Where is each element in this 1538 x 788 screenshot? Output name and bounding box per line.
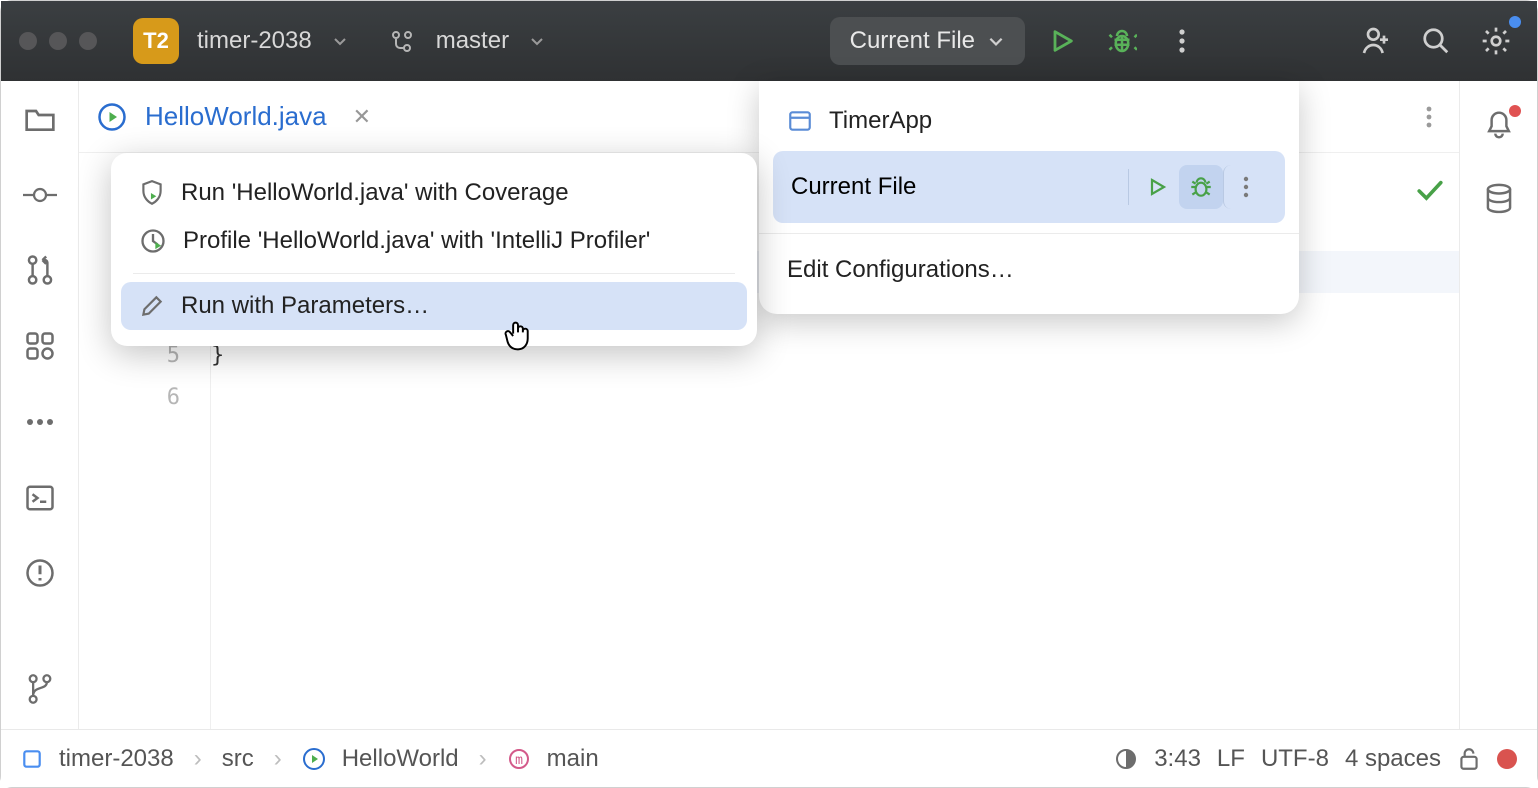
run-config-label: Current File <box>791 173 1122 201</box>
chevron-down-icon[interactable] <box>332 33 348 49</box>
error-indicator-icon[interactable] <box>1497 749 1517 769</box>
settings-icon[interactable] <box>1473 18 1519 64</box>
run-config-label: TimerApp <box>829 107 932 135</box>
zoom-window-icon[interactable] <box>79 32 97 50</box>
line-number: 6 <box>79 377 180 419</box>
profiler-icon <box>139 227 167 255</box>
database-tool-icon[interactable] <box>1481 181 1517 217</box>
profile-item[interactable]: Profile 'HelloWorld.java' with 'IntelliJ… <box>121 217 747 265</box>
method-icon: m <box>507 747 531 771</box>
close-window-icon[interactable] <box>19 32 37 50</box>
menu-label: Run with Parameters… <box>181 292 429 320</box>
run-with-coverage-item[interactable]: Run 'HelloWorld.java' with Coverage <box>121 169 747 217</box>
indent-setting[interactable]: 4 spaces <box>1345 745 1441 773</box>
svg-text:m: m <box>515 753 523 768</box>
module-icon <box>21 748 43 770</box>
window-controls <box>19 32 97 50</box>
file-encoding[interactable]: UTF-8 <box>1261 745 1329 773</box>
coverage-icon <box>139 179 165 207</box>
theme-icon[interactable] <box>1114 747 1138 771</box>
more-icon[interactable] <box>1223 165 1267 209</box>
breadcrumb-separator: › <box>270 745 286 773</box>
search-everywhere-icon[interactable] <box>1413 18 1459 64</box>
run-config-dropdown: TimerApp Current File Edit Configuration… <box>759 81 1299 314</box>
terminal-tool-icon[interactable] <box>22 480 58 516</box>
code-with-me-icon[interactable] <box>1353 18 1399 64</box>
commit-tool-icon[interactable] <box>22 177 58 213</box>
run-config-label: Current File <box>850 27 975 55</box>
minimize-window-icon[interactable] <box>49 32 67 50</box>
structure-tool-icon[interactable] <box>22 328 58 364</box>
breadcrumb-class[interactable]: HelloWorld <box>342 745 459 773</box>
debug-button[interactable] <box>1099 18 1145 64</box>
run-icon[interactable] <box>1135 165 1179 209</box>
pull-requests-icon[interactable] <box>22 253 58 289</box>
right-toolbar <box>1459 81 1537 729</box>
breadcrumb-method[interactable]: main <box>547 745 599 773</box>
run-with-parameters-item[interactable]: Run with Parameters… <box>121 282 747 330</box>
line-separator[interactable]: LF <box>1217 745 1245 773</box>
more-actions-button[interactable] <box>1159 18 1205 64</box>
vcs-tool-icon[interactable] <box>22 671 58 707</box>
title-bar: T2 timer-2038 master Current File <box>1 1 1537 81</box>
menu-label: Profile 'HelloWorld.java' with 'IntelliJ… <box>183 227 650 255</box>
branch-icon <box>390 28 414 54</box>
run-config-item-current-file[interactable]: Current File <box>773 151 1285 223</box>
menu-label: Run 'HelloWorld.java' with Coverage <box>181 179 569 207</box>
debug-icon[interactable] <box>1179 165 1223 209</box>
tab-more-icon[interactable] <box>1425 105 1433 129</box>
inspection-ok-icon[interactable] <box>1415 179 1445 203</box>
problems-tool-icon[interactable] <box>22 556 58 592</box>
tab-filename[interactable]: HelloWorld.java <box>145 101 327 132</box>
edit-icon <box>139 293 165 319</box>
edit-configurations-item[interactable]: Edit Configurations… <box>759 244 1299 296</box>
chevron-down-icon <box>987 32 1005 50</box>
mouse-cursor-icon <box>503 319 533 353</box>
project-tool-icon[interactable] <box>22 101 58 137</box>
gutter-run-menu: Run 'HelloWorld.java' with Coverage Prof… <box>111 153 757 346</box>
close-tab-icon[interactable]: ✕ <box>353 104 371 130</box>
status-bar: timer-2038 › src › HelloWorld › m main 3… <box>1 729 1537 787</box>
run-button[interactable] <box>1039 18 1085 64</box>
more-tools-icon[interactable] <box>22 404 58 440</box>
caret-position[interactable]: 3:43 <box>1154 745 1201 773</box>
project-badge: T2 <box>133 18 179 64</box>
menu-label: Edit Configurations… <box>787 256 1014 284</box>
readonly-lock-icon[interactable] <box>1457 746 1481 772</box>
application-icon <box>787 108 813 134</box>
notifications-icon[interactable] <box>1481 107 1517 143</box>
breadcrumb-module[interactable]: timer-2038 <box>59 745 174 773</box>
chevron-down-icon[interactable] <box>529 33 545 49</box>
breadcrumb-folder[interactable]: src <box>222 745 254 773</box>
breadcrumb-separator: › <box>475 745 491 773</box>
java-run-file-icon <box>97 102 127 132</box>
breadcrumb-separator: › <box>190 745 206 773</box>
branch-name[interactable]: master <box>436 27 509 55</box>
class-icon <box>302 747 326 771</box>
project-name[interactable]: timer-2038 <box>197 27 312 55</box>
left-toolbar <box>1 81 79 729</box>
run-configuration-selector[interactable]: Current File <box>830 17 1025 65</box>
run-config-item-timerapp[interactable]: TimerApp <box>759 95 1299 147</box>
